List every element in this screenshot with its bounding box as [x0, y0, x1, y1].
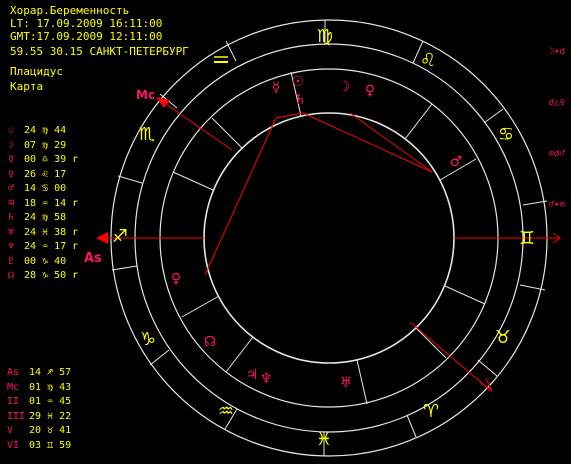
- aquarius-icon: ♒: [218, 401, 234, 422]
- cancer-icon: ♋: [498, 124, 514, 145]
- natal-wheel: As Mc ♍ ♌ ♋ ♊ ♉ ♈ ♓ ♒ ♑ ♐ ♏ ☿ ☉ ♄ ☽ ♀ ♂ …: [84, 19, 561, 457]
- leo-icon: ♌: [420, 50, 436, 71]
- saturn-icon: ♄: [294, 92, 307, 108]
- jupiter-icon: ♃: [246, 367, 259, 383]
- pisces-icon: ♓: [316, 429, 332, 450]
- mars-icon: ♂: [450, 154, 463, 170]
- pluto-icon: ♀: [171, 271, 181, 287]
- midheaven-label: Mc: [136, 88, 155, 102]
- uranus-icon: ♅: [340, 375, 353, 391]
- scorpio-icon: ♏: [139, 124, 155, 145]
- capricorn-icon: ♑: [140, 329, 156, 350]
- sun-icon: ☉: [292, 74, 305, 90]
- ascendant-arrow-icon: [96, 232, 108, 244]
- aspect-lines: [204, 112, 433, 276]
- inner-ring: [203, 112, 455, 364]
- sagittarius-icon: ♐: [112, 226, 128, 247]
- north-node-icon: ☊: [204, 334, 216, 350]
- venus-icon: ♀: [365, 83, 375, 99]
- virgo-icon: ♍: [317, 26, 333, 47]
- ascendant-label: As: [84, 251, 102, 266]
- moon-icon: ☽: [338, 79, 351, 95]
- house-ring: [159, 68, 499, 408]
- aries-icon: ♈: [423, 401, 439, 422]
- taurus-icon: ♉: [495, 327, 511, 348]
- mercury-icon: ☿: [272, 80, 281, 96]
- gemini-icon: ♊: [519, 228, 535, 249]
- angle-axes: [104, 99, 560, 391]
- neptune-icon: ♆: [260, 371, 273, 387]
